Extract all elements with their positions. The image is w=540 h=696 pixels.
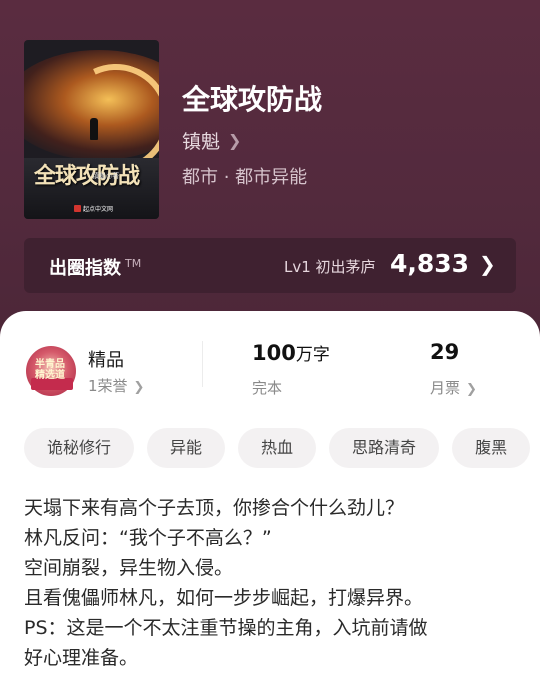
index-label-text: 出圈指数 <box>49 258 121 279</box>
trademark-mark: TM <box>125 257 142 270</box>
book-title: 全球攻防战 <box>182 83 323 116</box>
tag-chip[interactable]: 腹黑 <box>452 428 531 468</box>
quality-title: 精品 <box>88 350 124 371</box>
quality-badge-icon[interactable]: 半青品 精选道 <box>26 346 78 396</box>
cover-figure <box>90 118 98 140</box>
book-description[interactable]: 天塌下来有高个子去顶，你掺合个什么劲儿？ 林凡反问：“我个子不高么？” 空间崩裂… <box>24 493 524 673</box>
badge-text: 半青品 精选道 <box>35 359 65 381</box>
book-category: 都市 · 都市异能 <box>182 167 308 188</box>
popularity-index-bar[interactable]: 出圈指数 TM Lv1 初出茅庐 4,833 ❯ <box>24 238 516 293</box>
tag-chip[interactable]: 异能 <box>147 428 226 468</box>
tag-chip[interactable]: 诡秘修行 <box>24 428 135 468</box>
monthly-tickets-count: 29 <box>430 340 459 364</box>
tag-list: 诡秘修行 异能 热血 思路清奇 腹黑 无 <box>24 428 540 468</box>
word-count: 100万字 <box>252 340 330 365</box>
author-name: 镇魁 <box>182 131 221 153</box>
word-count-number: 100 <box>252 341 296 365</box>
monthly-tickets-number: 29 <box>430 340 460 364</box>
description-line: 且看傀儡师林凡，如何一步步崛起，打爆异界。 <box>24 587 424 609</box>
cover-title: 全球攻防战 <box>34 163 140 189</box>
chevron-right-icon: ❯ <box>466 382 477 397</box>
tag-chip[interactable]: 热血 <box>238 428 317 468</box>
completion-status: 完本 <box>252 379 283 397</box>
index-label: 出圈指数 TM <box>49 254 141 280</box>
stats-divider <box>202 341 203 387</box>
quality-honor-text: 1荣誉 <box>88 377 128 395</box>
description-line: 好心理准备。 <box>24 647 139 669</box>
quality-honor-link[interactable]: 1荣誉 ❯ <box>88 375 144 396</box>
cover-publisher-name: 起点中文网 <box>83 206 114 213</box>
description-line: 天塌下来有高个子去顶，你掺合个什么劲儿？ <box>24 497 405 519</box>
book-cover[interactable]: 全球攻防战 镇魁◎著 起点中文网 <box>24 40 159 219</box>
chevron-right-icon: ❯ <box>228 131 242 150</box>
monthly-tickets-label: 月票 <box>430 379 461 397</box>
publisher-logo-icon <box>74 205 81 212</box>
cover-author-tag: 镇魁◎著 <box>92 172 120 180</box>
description-line: 林凡反问：“我个子不高么？” <box>24 527 272 549</box>
word-count-unit: 万字 <box>295 345 330 365</box>
description-line: PS：这是一个不太注重节操的主角，入坑前请做 <box>24 617 428 639</box>
description-line: 空间崩裂，异生物入侵。 <box>24 557 234 579</box>
cover-publisher: 起点中文网 <box>74 204 113 213</box>
author-link[interactable]: 镇魁 ❯ <box>182 127 241 154</box>
index-value: 4,833 <box>390 249 470 278</box>
tag-chip[interactable]: 思路清奇 <box>329 428 440 468</box>
index-level: Lv1 初出茅庐 <box>284 258 376 276</box>
monthly-tickets-link[interactable]: 月票 ❯ <box>430 377 477 398</box>
chevron-right-icon: ❯ <box>133 380 145 395</box>
chevron-right-icon: ❯ <box>479 252 496 276</box>
